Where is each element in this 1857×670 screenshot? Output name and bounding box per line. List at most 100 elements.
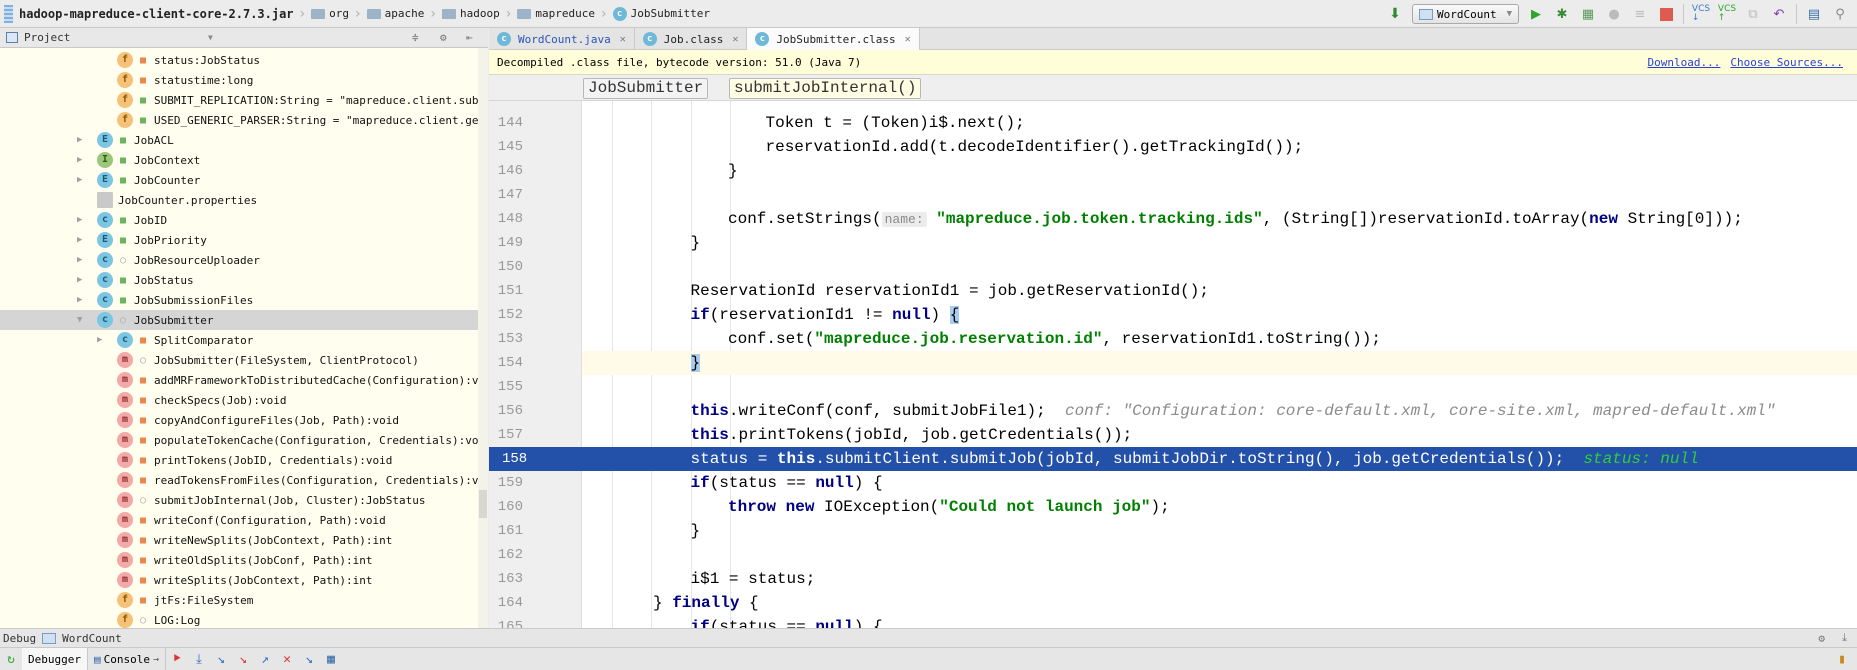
tree-item[interactable]: m ○ submitJobInternal(Job, Cluster):JobSta… (0, 490, 478, 510)
breadcrumb-jar[interactable]: hadoop-mapreduce-client-core-2.7.3.jar (0, 0, 298, 28)
tree-item[interactable]: ▶ c ○ JobResourceUploader (0, 250, 478, 270)
tree-item[interactable]: ▶ E ■ JobPriority (0, 230, 478, 250)
close-icon[interactable]: ✕ (732, 34, 738, 45)
collapse-all-icon[interactable]: ≑ (412, 31, 419, 44)
expand-arrow-icon[interactable]: ▶ (77, 295, 87, 305)
gear-icon[interactable]: ⚙ (440, 31, 447, 44)
tab-console[interactable]: ▤ Console → (88, 648, 166, 670)
choose-sources-link[interactable]: Choose Sources... (1730, 56, 1843, 69)
hide-panel-icon[interactable]: ⤓ (1842, 631, 1847, 645)
editor-tab[interactable]: c JobSubmitter.class ✕ (747, 28, 920, 50)
tree-item[interactable]: ▼ c ○ JobSubmitter (0, 310, 478, 330)
run-to-cursor-icon[interactable]: ↘ (298, 652, 320, 667)
code-line[interactable]: throw new IOException("Could not launch … (582, 495, 1857, 519)
tree-item[interactable]: f ○ LOG:Log (0, 610, 478, 628)
code-line[interactable]: this.writeConf(conf, submitJobFile1); co… (582, 399, 1857, 423)
execution-point-line[interactable]: status = this.submitClient.submitJob(job… (582, 447, 1857, 471)
tree-item[interactable]: ▶ c ■ SplitComparator (0, 330, 478, 350)
tree-item[interactable]: ▶ c ■ JobStatus (0, 270, 478, 290)
step-into-icon[interactable]: ↘ (210, 652, 232, 667)
tree-item[interactable]: f ■ USED_GENERIC_PARSER:String = "mapreduc… (0, 110, 487, 130)
coverage-icon[interactable]: ▦ (1579, 5, 1597, 23)
tree-item[interactable]: m ■ populateTokenCache(Configuration, Cred… (0, 430, 487, 450)
code-line[interactable]: this.printTokens(jobId, job.getCredentia… (582, 423, 1857, 447)
tree-item[interactable]: ▶ E ■ JobACL (0, 130, 478, 150)
tree-item[interactable]: ▶ I ■ JobContext (0, 150, 478, 170)
tree-item[interactable]: m ■ checkSpecs(Job):void (0, 390, 478, 410)
tab-debugger[interactable]: Debugger (22, 648, 88, 670)
code-line[interactable]: Token t = (Token)i$.next(); (582, 111, 1857, 135)
code-line[interactable]: } finally { (582, 591, 1857, 615)
scrollbar-thumb[interactable] (479, 490, 487, 518)
expand-arrow-icon[interactable]: ▶ (77, 275, 87, 285)
chevron-down-icon[interactable]: ▼ (208, 33, 213, 42)
expand-arrow-icon[interactable]: ▶ (77, 235, 87, 245)
project-structure-icon[interactable]: ▤ (1805, 5, 1823, 23)
code-line[interactable] (582, 183, 1857, 207)
tree-item[interactable]: m ■ printTokens(JobID, Credentials):void (0, 450, 478, 470)
step-out-icon[interactable]: ↗ (254, 652, 276, 667)
build-icon[interactable]: ≡ (1631, 5, 1649, 23)
code-line[interactable]: } (582, 159, 1857, 183)
breadcrumb-folder-hadoop[interactable]: hadoop (438, 0, 504, 28)
code-line[interactable]: } (582, 519, 1857, 543)
drop-frame-icon[interactable]: ✕ (276, 652, 298, 667)
code-line[interactable]: } (582, 351, 1857, 375)
tree-item[interactable]: f ■ SUBMIT_REPLICATION:String = "mapreduce… (0, 90, 487, 110)
vcs-update-icon[interactable]: VCS ↓ (1692, 5, 1710, 23)
tree-item[interactable]: m ○ JobSubmitter(FileSystem, ClientProtoco… (0, 350, 478, 370)
step-over-icon[interactable]: ⤓ (188, 652, 210, 667)
close-icon[interactable]: ✕ (620, 34, 626, 45)
code-line[interactable]: conf.setStrings(name: "mapreduce.job.tok… (582, 207, 1857, 231)
debug-icon[interactable]: ✱ (1553, 5, 1571, 23)
evaluate-expression-icon[interactable]: ▦ (320, 652, 342, 667)
project-view-select[interactable]: Project (24, 31, 70, 44)
code-line[interactable]: i$1 = status; (582, 567, 1857, 591)
gear-icon[interactable]: ⚙ (1818, 632, 1825, 645)
download-sources-link[interactable]: Download... (1648, 56, 1721, 69)
code-line[interactable] (582, 375, 1857, 399)
expand-arrow-icon[interactable]: ▶ (97, 335, 107, 345)
force-step-into-icon[interactable]: ↘ (232, 652, 254, 667)
rerun-icon[interactable]: ↻ (0, 652, 22, 667)
tree-item[interactable]: f ■ status:JobStatus (0, 50, 478, 70)
code-line[interactable]: if(reservationId1 != null) { (582, 303, 1857, 327)
breadcrumb-method-button[interactable]: submitJobInternal() (729, 78, 922, 99)
expand-arrow-icon[interactable]: ▶ (77, 255, 87, 265)
breadcrumb-class-button[interactable]: JobSubmitter (583, 78, 709, 99)
profile-icon[interactable]: ● (1605, 5, 1623, 23)
close-icon[interactable]: ✕ (905, 34, 911, 45)
revert-icon[interactable]: ↶ (1770, 5, 1788, 23)
tree-item[interactable]: m ■ writeConf(Configuration, Path):void (0, 510, 478, 530)
collapse-arrow-icon[interactable]: ▼ (77, 315, 87, 325)
breadcrumb-folder-org[interactable]: org (307, 0, 353, 28)
tree-item[interactable]: ▶ c ■ JobID (0, 210, 478, 230)
tree-item[interactable]: m ■ copyAndConfigureFiles(Job, Path):void (0, 410, 478, 430)
breadcrumb-folder-mapreduce[interactable]: mapreduce (513, 0, 599, 28)
code-editor[interactable]: Token t = (Token)i$.next(); reservationId… (582, 101, 1857, 628)
tree-item[interactable]: JobCounter.properties (0, 190, 478, 210)
debug-session-tab[interactable]: WordCount (62, 632, 122, 645)
tree-item[interactable]: m ■ writeSplits(JobContext, Path):int (0, 570, 478, 590)
tree-item[interactable]: m ■ writeOldSplits(JobConf, Path):int (0, 550, 478, 570)
tree-item[interactable]: ▶ E ■ JobCounter (0, 170, 478, 190)
threads-icon[interactable]: ▮ (1831, 652, 1853, 667)
run-icon[interactable]: ▶ (1527, 5, 1545, 23)
expand-arrow-icon[interactable]: ▶ (77, 135, 87, 145)
compare-icon[interactable]: ⧉ (1744, 5, 1762, 23)
expand-arrow-icon[interactable]: ▶ (77, 215, 87, 225)
stop-icon[interactable] (1657, 5, 1675, 23)
show-execution-point-icon[interactable]: ⯈ (166, 652, 188, 667)
search-icon[interactable]: ⚲ (1831, 5, 1849, 23)
run-configuration-select[interactable]: WordCount ▼ (1411, 4, 1519, 24)
editor-tab[interactable]: c Job.class ✕ (635, 28, 748, 50)
code-line[interactable]: } (582, 231, 1857, 255)
editor-tab[interactable]: c WordCount.java ✕ (489, 28, 635, 50)
code-line[interactable] (582, 543, 1857, 567)
expand-arrow-icon[interactable]: ▶ (77, 175, 87, 185)
expand-arrow-icon[interactable]: ▶ (77, 155, 87, 165)
hide-panel-icon[interactable]: ⇤ (466, 31, 473, 44)
tree-item[interactable]: ▶ c ■ JobSubmissionFiles (0, 290, 478, 310)
code-line[interactable] (582, 255, 1857, 279)
project-tree-scrollbar[interactable] (478, 48, 488, 628)
